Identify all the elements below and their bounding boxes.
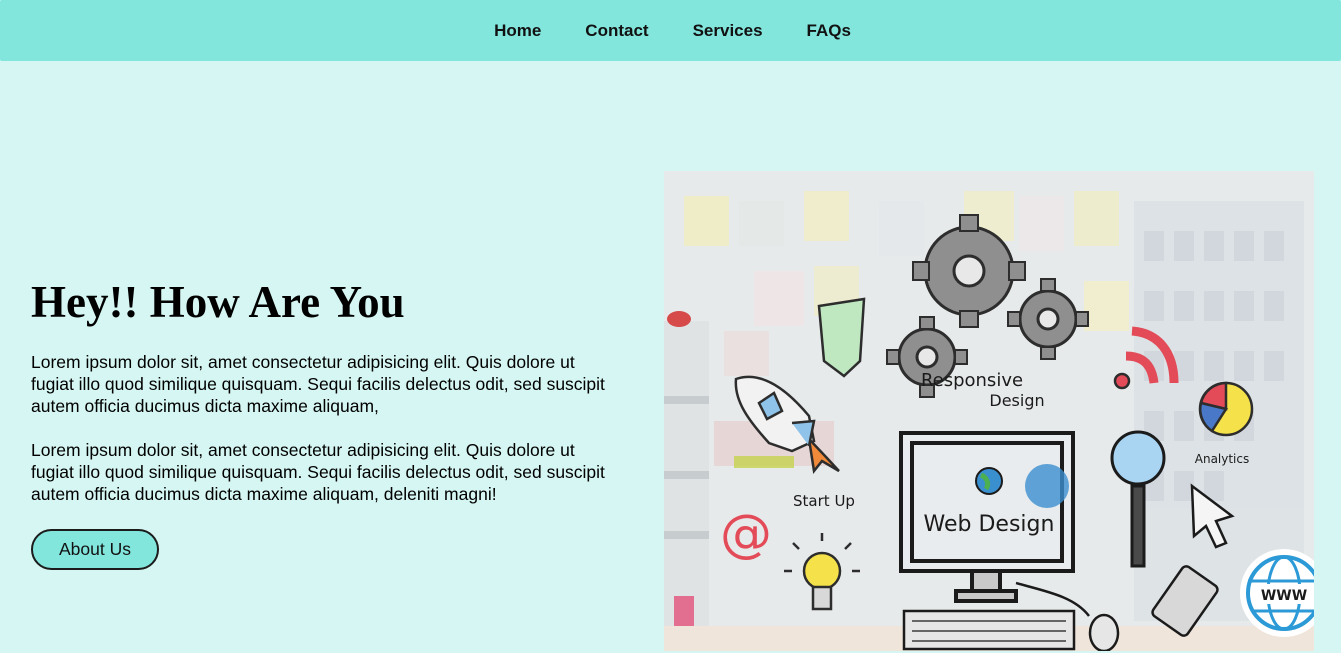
analytics-label: Analytics bbox=[1195, 452, 1250, 466]
hero-text-block: Hey!! How Are You Lorem ipsum dolor sit,… bbox=[31, 276, 611, 570]
www-label: WWW bbox=[1261, 588, 1307, 604]
nav-contact-link[interactable]: Contact bbox=[585, 21, 648, 41]
hero-paragraph-2: Lorem ipsum dolor sit, amet consectetur … bbox=[31, 440, 605, 504]
responsive-label: Responsive bbox=[921, 370, 1023, 391]
hero-heading: Hey!! How Are You bbox=[31, 277, 405, 327]
start-up-label: Start Up bbox=[793, 492, 855, 510]
top-nav: Home Contact Services FAQs bbox=[0, 0, 1341, 61]
nav-home-link[interactable]: Home bbox=[494, 21, 541, 41]
web-design-illustration: Responsive Design Start Up @ Web Design … bbox=[664, 171, 1314, 651]
svg-text:@: @ bbox=[720, 504, 772, 564]
web-design-label: Web Design bbox=[924, 512, 1055, 537]
nav-services-link[interactable]: Services bbox=[693, 21, 763, 41]
globe-icon bbox=[1025, 464, 1069, 508]
design-label: Design bbox=[989, 391, 1044, 410]
about-us-button[interactable]: About Us bbox=[31, 529, 159, 570]
nav-faqs-link[interactable]: FAQs bbox=[807, 21, 851, 41]
hero-paragraph-1: Lorem ipsum dolor sit, amet consectetur … bbox=[31, 352, 605, 416]
